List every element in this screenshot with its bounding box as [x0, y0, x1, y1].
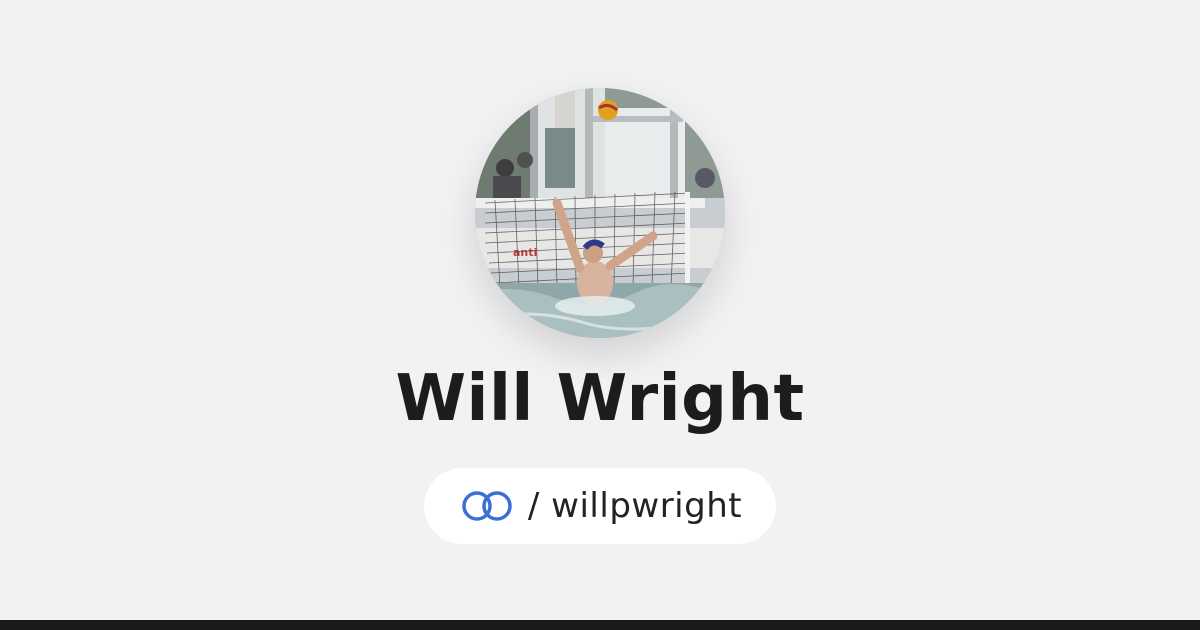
- svg-text:anti: anti: [513, 246, 537, 259]
- avatar: anti: [475, 88, 725, 338]
- profile-card: anti Will Wright / willpwright: [0, 0, 1200, 620]
- profile-handle: / willpwright: [527, 486, 743, 526]
- profile-name: Will Wright: [395, 362, 805, 436]
- linked-rings-icon: [458, 489, 516, 523]
- profile-handle-link[interactable]: / willpwright: [424, 468, 776, 544]
- avatar-image: anti: [475, 88, 725, 338]
- bottom-bar: [0, 620, 1200, 630]
